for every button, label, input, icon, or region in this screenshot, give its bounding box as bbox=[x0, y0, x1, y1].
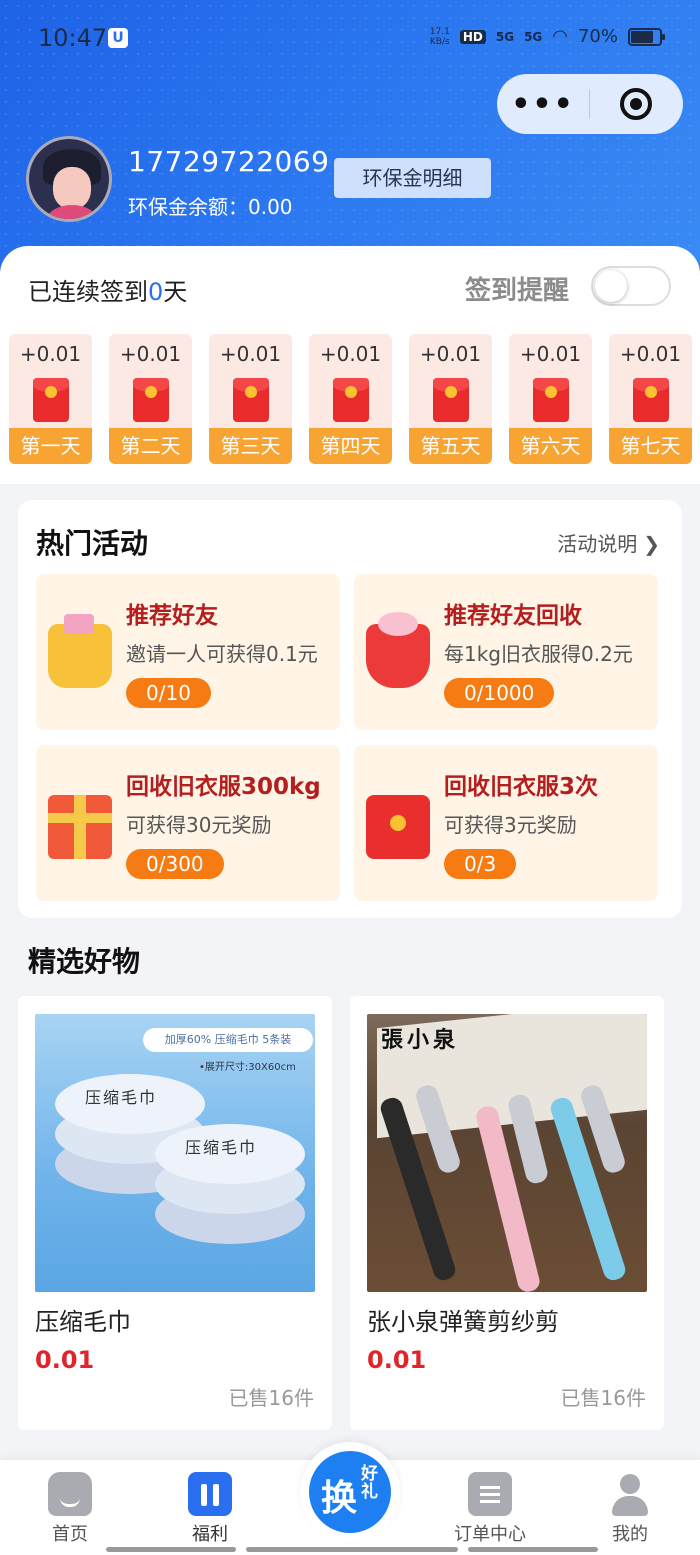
hd-icon: HD bbox=[459, 29, 486, 44]
home-icon bbox=[48, 1472, 92, 1516]
signin-day[interactable]: +0.01 第二天 bbox=[109, 334, 192, 464]
progress-badge: 0/10 bbox=[126, 678, 211, 708]
red-packet-icon bbox=[433, 378, 469, 422]
exchange-gift-button[interactable]: 换 好礼 bbox=[300, 1442, 400, 1542]
progress-badge: 0/300 bbox=[126, 849, 224, 879]
signin-card: 已连续签到0天 签到提醒 +0.01 第一天 +0.01 第二天 +0.01 第… bbox=[0, 246, 700, 484]
signal-icon: 5G bbox=[495, 29, 515, 44]
activity-tile[interactable]: 推荐好友 邀请一人可获得0.1元 0/10 bbox=[36, 574, 340, 730]
product-card[interactable]: 張小泉 张小泉弹簧剪纱剪 0.01 已售16件 bbox=[350, 996, 664, 1430]
progress-badge: 0/1000 bbox=[444, 678, 555, 708]
signal-icon: 5G bbox=[524, 29, 543, 44]
signin-day[interactable]: +0.01 第五天 bbox=[409, 334, 492, 464]
product-sold: 已售16件 bbox=[228, 1386, 314, 1410]
signin-day[interactable]: +0.01 第一天 bbox=[9, 334, 92, 464]
red-packet-icon bbox=[333, 378, 369, 422]
wifi-icon: ◠ bbox=[552, 26, 568, 47]
user-phone: 17729722069 bbox=[128, 145, 330, 178]
signin-day-list: +0.01 第一天 +0.01 第二天 +0.01 第三天 +0.01 第四天 … bbox=[9, 334, 692, 464]
status-time: 10:47 bbox=[38, 24, 108, 52]
status-indicators: 17.1 KB/s HD 5G 5G ◠ 70% bbox=[429, 26, 665, 47]
battery-icon bbox=[628, 27, 665, 46]
gift-box-icon bbox=[48, 795, 112, 859]
product-sold: 已售16件 bbox=[560, 1386, 646, 1410]
status-bar: 10:47 U 17.1 KB/s HD 5G 5G ◠ 70% bbox=[0, 0, 700, 78]
balance-detail-button[interactable]: 环保金明细 bbox=[334, 158, 491, 198]
section-title: 精选好物 bbox=[28, 945, 141, 978]
signin-day[interactable]: +0.01 第六天 bbox=[509, 334, 592, 464]
gift-bag-icon bbox=[48, 614, 112, 688]
more-icon[interactable]: ••• bbox=[497, 87, 589, 122]
home-indicator bbox=[468, 1547, 598, 1552]
signin-remind-label: 签到提醒 bbox=[465, 276, 570, 306]
tab-welfare[interactable]: 福利 bbox=[160, 1460, 260, 1555]
product-price: 0.01 bbox=[367, 1346, 427, 1374]
product-name: 张小泉弹簧剪纱剪 bbox=[367, 1308, 559, 1336]
hot-activities-card: 热门活动 活动说明 ❯ 推荐好友 邀请一人可获得0.1元 0/10 推荐好友回收 … bbox=[18, 500, 682, 918]
user-icon bbox=[608, 1472, 652, 1516]
product-image: 加厚60% 压缩毛巾 5条装 •展开尺寸:30X60cm 压缩毛巾 压缩毛巾 bbox=[35, 1014, 315, 1292]
miniapp-capsule: ••• bbox=[497, 74, 683, 134]
red-packet-icon bbox=[533, 378, 569, 422]
progress-badge: 0/3 bbox=[444, 849, 517, 879]
home-indicator bbox=[106, 1547, 236, 1552]
close-miniapp-button[interactable] bbox=[590, 88, 682, 120]
avatar[interactable] bbox=[26, 136, 112, 222]
balance-label: 环保金余额：0.00 bbox=[128, 195, 293, 219]
chevron-right-icon: ❯ bbox=[643, 532, 660, 556]
clipboard-icon bbox=[468, 1472, 512, 1516]
signin-day[interactable]: +0.01 第四天 bbox=[309, 334, 392, 464]
gift-icon bbox=[188, 1472, 232, 1516]
activity-tile[interactable]: 回收旧衣服3次 可获得3元奖励 0/3 bbox=[354, 745, 658, 901]
tab-home[interactable]: 首页 bbox=[20, 1460, 120, 1555]
battery-level: 70% bbox=[577, 26, 618, 47]
money-bowl-icon bbox=[366, 612, 430, 688]
product-name: 压缩毛巾 bbox=[35, 1308, 131, 1336]
red-packet-icon bbox=[33, 378, 69, 422]
signin-remind-toggle[interactable] bbox=[591, 266, 671, 306]
tab-orders[interactable]: 订单中心 bbox=[440, 1460, 540, 1555]
home-indicator bbox=[246, 1547, 458, 1552]
product-card[interactable]: 加厚60% 压缩毛巾 5条装 •展开尺寸:30X60cm 压缩毛巾 压缩毛巾 压… bbox=[18, 996, 332, 1430]
signin-day[interactable]: +0.01 第三天 bbox=[209, 334, 292, 464]
red-envelope-icon bbox=[366, 795, 430, 859]
product-price: 0.01 bbox=[35, 1346, 95, 1374]
product-image: 張小泉 bbox=[367, 1014, 647, 1292]
red-packet-icon bbox=[633, 378, 669, 422]
signin-day[interactable]: +0.01 第七天 bbox=[609, 334, 692, 464]
tab-mine[interactable]: 我的 bbox=[580, 1460, 680, 1555]
activity-tile[interactable]: 推荐好友回收 每1kg旧衣服得0.2元 0/1000 bbox=[354, 574, 658, 730]
red-packet-icon bbox=[133, 378, 169, 422]
activity-rules-link[interactable]: 活动说明 ❯ bbox=[557, 528, 660, 557]
red-packet-icon bbox=[233, 378, 269, 422]
streak-days: 0 bbox=[148, 278, 164, 306]
activity-tile[interactable]: 回收旧衣服300kg 可获得30元奖励 0/300 bbox=[36, 745, 340, 901]
notification-icon: U bbox=[108, 28, 128, 48]
signin-streak: 已连续签到0天 bbox=[28, 278, 188, 306]
net-speed: 17.1 KB/s bbox=[429, 26, 450, 47]
section-title: 热门活动 bbox=[36, 527, 149, 560]
target-icon bbox=[620, 88, 652, 120]
